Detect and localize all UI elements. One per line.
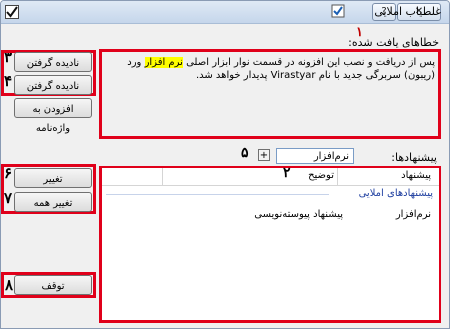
change-all-button[interactable]: تغییر همه: [14, 192, 92, 212]
group-title: پیشنهادهای املایی: [358, 188, 433, 199]
list-item-description[interactable]: پیشنهاد پیوسته‌نویسی: [254, 209, 343, 220]
list-item-suggestion[interactable]: نرم‌افزار: [396, 209, 431, 220]
column-divider: [162, 168, 163, 185]
callout-8: ۸: [5, 276, 14, 294]
change-button[interactable]: تغییر: [14, 168, 92, 188]
list-header: پیشنهاد توضیح: [102, 168, 439, 186]
add-to-dictionary-button[interactable]: افزودن به واژه‌نامه: [14, 98, 92, 134]
check-app-icon: [5, 5, 19, 19]
group-divider: [106, 194, 329, 195]
dialog-title: غلطیاب املایی: [374, 5, 441, 18]
stop-button[interactable]: توقف: [14, 275, 92, 295]
column-divider: [337, 168, 338, 185]
callout-7: ۷: [4, 189, 13, 207]
ignore-all-button[interactable]: نادیده گرفتن همه: [14, 75, 92, 111]
callout-1: ۱: [356, 25, 363, 40]
add-suggestion-button[interactable]: +: [258, 149, 270, 161]
suggestion-input[interactable]: نرم‌افزار: [276, 148, 354, 164]
column-header-description[interactable]: توضیح: [308, 170, 334, 181]
dialog-icon: [331, 4, 345, 18]
highlighted-error-word[interactable]: نرم افزار: [144, 57, 183, 68]
callout-2: ۲: [283, 165, 291, 181]
suggestions-list[interactable]: پیشنهاد توضیح پیشنهادهای املایی نرم‌افزا…: [102, 168, 439, 320]
column-header-suggestion[interactable]: پیشنهاد: [401, 170, 431, 181]
suggestions-label: پیشنهادها:: [391, 151, 437, 164]
spell-check-dialog: ✕ ? غلطیاب املایی خطاهای یافت شده: ۱ پس …: [0, 0, 450, 329]
title-bar: ✕ ? غلطیاب املایی: [1, 1, 449, 24]
ignore-button[interactable]: نادیده گرفتن: [14, 52, 92, 72]
error-text-area[interactable]: پس از دریافت و نصب این افزونه در قسمت نو…: [105, 56, 435, 82]
callout-5: ۵: [241, 145, 249, 161]
text-segment: پس از دریافت و نصب این افزونه در قسمت نو…: [182, 57, 435, 68]
callout-6: ۶: [4, 164, 13, 182]
